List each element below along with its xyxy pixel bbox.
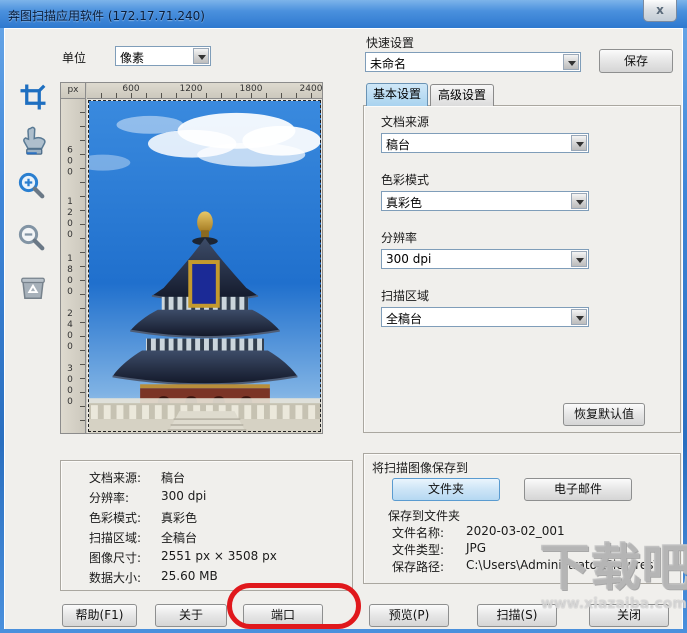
v-tick-1800: 1800 <box>65 254 75 298</box>
close-dialog-button[interactable]: 关闭 <box>589 604 669 627</box>
h-tick-1200: 1200 <box>180 84 203 94</box>
save-to-subtitle: 保存到文件夹 <box>388 507 460 524</box>
titlebar[interactable]: 奔图扫描应用软件 (172.17.71.240) x <box>0 0 687 28</box>
document-source-dropdown[interactable]: 稿台 <box>381 133 589 153</box>
info-row: 扫描区域:全稿台 <box>89 529 141 546</box>
save-to-folder-button[interactable]: 文件夹 <box>392 478 500 501</box>
zoom-out-icon[interactable] <box>16 222 46 252</box>
window-title: 奔图扫描应用软件 (172.17.71.240) <box>8 7 205 24</box>
settings-tab-panel <box>363 105 681 433</box>
v-tick-1200: 1200 <box>65 197 75 241</box>
save-to-title: 将扫描图像保存到 <box>372 459 468 476</box>
color-mode-value: 真彩色 <box>386 194 568 211</box>
close-icon: x <box>656 3 664 17</box>
field-label-scan-area: 扫描区域 <box>381 287 429 304</box>
scan-area-dropdown[interactable]: 全稿台 <box>381 307 589 327</box>
info-row: 分辨率:300 dpi <box>89 489 129 506</box>
preset-dropdown[interactable]: 未命名 <box>365 52 581 72</box>
color-mode-dropdown[interactable]: 真彩色 <box>381 191 589 211</box>
about-button[interactable]: 关于 <box>155 604 227 627</box>
chevron-down-icon[interactable] <box>571 309 587 325</box>
field-label-resolution: 分辨率 <box>381 229 417 246</box>
unit-dropdown[interactable]: 像素 <box>115 46 211 66</box>
preview-button[interactable]: 预览(P) <box>369 604 449 627</box>
resolution-value: 300 dpi <box>386 252 568 266</box>
document-source-value: 稿台 <box>386 136 568 153</box>
h-tick-2400: 2400 <box>300 84 323 94</box>
zoom-in-icon[interactable] <box>16 170 46 200</box>
save-preset-button[interactable]: 保存 <box>599 49 673 73</box>
chevron-down-icon[interactable] <box>571 251 587 267</box>
scan-button[interactable]: 扫描(S) <box>477 604 557 627</box>
quick-settings-label: 快速设置 <box>366 34 414 51</box>
tab-basic-settings[interactable]: 基本设置 <box>366 83 428 106</box>
horizontal-ruler: 600 1200 1800 2400 <box>87 83 322 99</box>
unit-dropdown-value: 像素 <box>120 49 190 66</box>
v-tick-3000: 3000 <box>65 364 75 408</box>
field-label-source: 文档来源 <box>381 113 429 130</box>
app-window: 奔图扫描应用软件 (172.17.71.240) x 单位 像素 <box>0 0 687 633</box>
info-row: 文档来源:稿台 <box>89 469 141 486</box>
preset-dropdown-value: 未命名 <box>370 55 560 72</box>
preview-panel: px 600 1200 1800 2400 600 1200 1800 2400… <box>60 82 323 434</box>
h-tick-600: 600 <box>122 84 139 94</box>
ruler-unit: px <box>61 83 86 99</box>
field-label-color-mode: 色彩模式 <box>381 171 429 188</box>
trash-icon[interactable] <box>18 272 48 302</box>
hand-pan-icon[interactable] <box>18 126 48 156</box>
help-button[interactable]: 帮助(F1) <box>62 604 137 627</box>
crop-icon[interactable] <box>18 82 48 112</box>
v-tick-2400: 2400 <box>65 309 75 353</box>
save-row: 保存路径:C:\Users\Administrator\Pictures\ <box>392 558 444 575</box>
temple-photo <box>89 101 321 433</box>
close-button[interactable]: x <box>643 0 677 22</box>
v-tick-600: 600 <box>65 146 75 179</box>
save-to-box: 将扫描图像保存到 文件夹 电子邮件 保存到文件夹 文件名称:2020-03-02… <box>363 453 681 584</box>
resolution-dropdown[interactable]: 300 dpi <box>381 249 589 269</box>
scan-info-box: 文档来源:稿台 分辨率:300 dpi 色彩模式:真彩色 扫描区域:全稿台 图像… <box>60 460 353 591</box>
vertical-ruler: 600 1200 1800 2400 3000 <box>61 99 86 433</box>
v-ruler-ticks <box>80 99 85 433</box>
info-row: 图像尺寸:2551 px × 3508 px <box>89 549 141 566</box>
info-row: 色彩模式:真彩色 <box>89 509 141 526</box>
scan-preview-image[interactable] <box>87 99 322 433</box>
h-tick-1800: 1800 <box>240 84 263 94</box>
chevron-down-icon[interactable] <box>571 135 587 151</box>
chevron-down-icon[interactable] <box>563 54 579 70</box>
unit-label: 单位 <box>62 49 86 66</box>
save-to-email-button[interactable]: 电子邮件 <box>524 478 632 501</box>
tab-advanced-settings[interactable]: 高级设置 <box>430 84 494 106</box>
port-button[interactable]: 端口 <box>243 604 323 627</box>
chevron-down-icon[interactable] <box>571 193 587 209</box>
save-row: 文件类型:JPG <box>392 541 444 558</box>
chevron-down-icon[interactable] <box>193 48 209 64</box>
restore-defaults-button[interactable]: 恢复默认值 <box>563 403 645 426</box>
info-row: 数据大小:25.60 MB <box>89 569 141 586</box>
scan-area-value: 全稿台 <box>386 310 568 327</box>
save-row: 文件名称:2020-03-02_001 <box>392 524 444 541</box>
